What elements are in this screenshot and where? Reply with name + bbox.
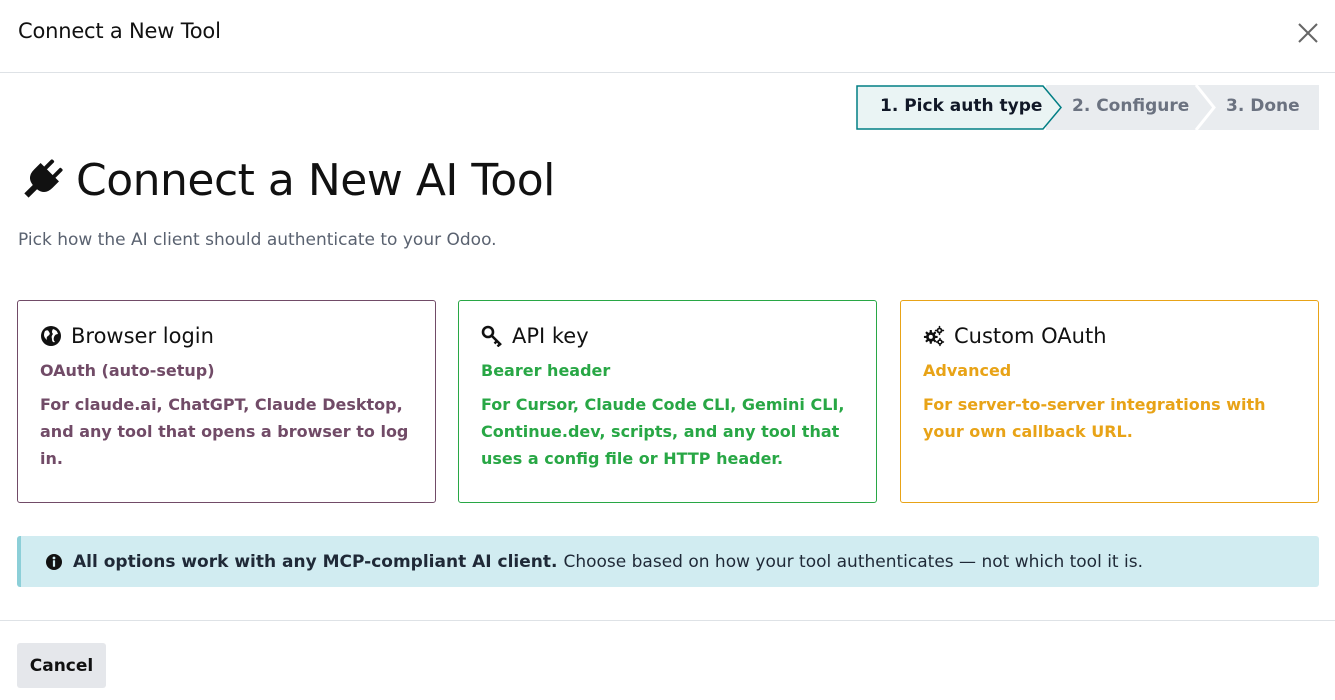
- globe-icon: [41, 326, 61, 346]
- step-done: 3. Done: [1226, 96, 1300, 116]
- card-header: API key: [481, 323, 854, 349]
- connect-tool-dialog: Connect a New Tool 1. Pick auth type 2. …: [0, 0, 1335, 700]
- custom-oauth-card[interactable]: Custom OAuth Advanced For server-to-serv…: [900, 300, 1319, 503]
- dialog-title: Connect a New Tool: [18, 19, 221, 43]
- card-header: Custom OAuth: [923, 323, 1296, 349]
- card-title: Custom OAuth: [954, 324, 1107, 348]
- gears-icon: [923, 325, 945, 347]
- card-tag: OAuth (auto-setup): [40, 361, 215, 380]
- close-icon: [1298, 23, 1318, 43]
- main-title: Connect a New AI Tool: [76, 154, 555, 206]
- card-title: Browser login: [71, 324, 214, 348]
- card-description: For claude.ai, ChatGPT, Claude Desktop, …: [40, 395, 409, 468]
- card-tag: Bearer header: [481, 361, 611, 380]
- card-description: For Cursor, Claude Code CLI, Gemini CLI,…: [481, 395, 845, 468]
- card-header: Browser login: [40, 323, 413, 349]
- cancel-button[interactable]: Cancel: [17, 643, 106, 688]
- info-alert: All options work with any MCP-compliant …: [17, 536, 1319, 587]
- plug-icon: [24, 159, 63, 198]
- info-circle-icon: [46, 553, 62, 570]
- card-title: API key: [512, 324, 589, 348]
- dialog-header: Connect a New Tool: [0, 0, 1335, 73]
- page-title: Connect a New AI Tool: [18, 152, 555, 208]
- subtitle: Pick how the AI client should authentica…: [18, 230, 497, 250]
- wizard-steps: 1. Pick auth type 2. Configure 3. Done: [856, 85, 1319, 130]
- step-pick-auth-type: 1. Pick auth type: [880, 96, 1043, 116]
- key-icon: [481, 325, 502, 347]
- browser-login-card[interactable]: Browser login OAuth (auto-setup) For cla…: [17, 300, 436, 503]
- info-text: Choose based on how your tool authentica…: [563, 551, 1143, 572]
- card-description: For server-to-server integrations with y…: [923, 395, 1266, 441]
- dialog-footer: Cancel: [0, 620, 1335, 700]
- card-tag: Advanced: [923, 361, 1012, 380]
- close-button[interactable]: [1295, 20, 1321, 46]
- info-bold-text: All options work with any MCP-compliant …: [73, 551, 558, 572]
- step-configure: 2. Configure: [1072, 96, 1190, 116]
- api-key-card[interactable]: API key Bearer header For Cursor, Claude…: [458, 300, 877, 503]
